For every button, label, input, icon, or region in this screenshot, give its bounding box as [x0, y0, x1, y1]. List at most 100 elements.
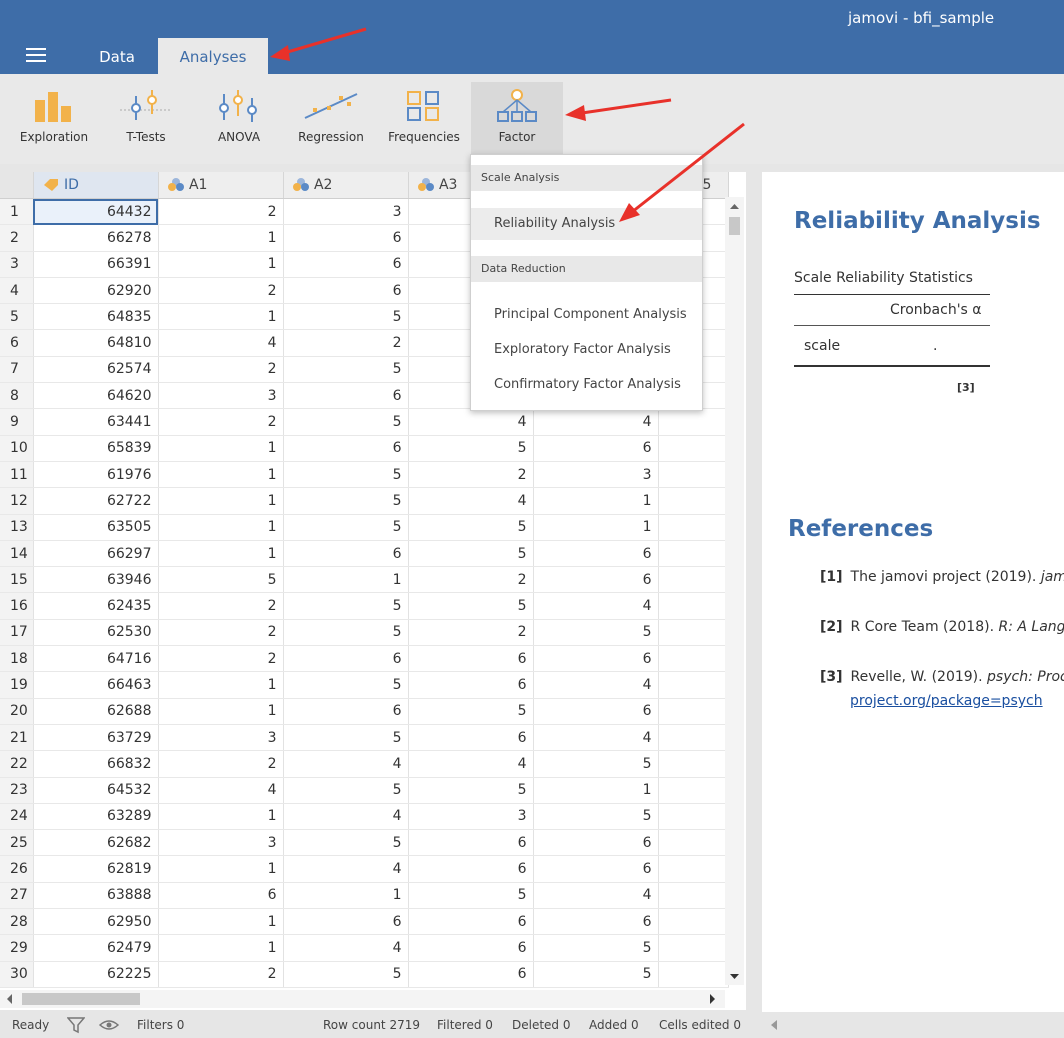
table-cell[interactable]: 6 [408, 908, 534, 936]
table-cell[interactable]: 6 [283, 698, 409, 725]
table-cell[interactable]: 64432 [33, 198, 159, 226]
table-cell[interactable] [658, 435, 729, 462]
table-cell[interactable]: 4 [158, 329, 284, 357]
table-cell[interactable]: 5 [283, 408, 409, 436]
table-cell[interactable]: 3 [158, 724, 284, 752]
table-cell[interactable]: 3 [158, 382, 284, 410]
table-cell[interactable] [658, 566, 729, 594]
ribbon-exploration-button[interactable]: Exploration [8, 82, 100, 156]
row-number[interactable]: 29 [0, 934, 34, 962]
table-cell[interactable]: 6 [408, 855, 534, 883]
reference-link[interactable]: project.org/package=psych [850, 693, 1043, 709]
table-cell[interactable]: 6 [533, 829, 659, 857]
table-cell[interactable]: 4 [533, 592, 659, 620]
table-cell[interactable]: 65839 [33, 435, 159, 462]
table-cell[interactable]: 5 [533, 961, 659, 988]
table-cell[interactable]: 6 [283, 277, 409, 305]
table-cell[interactable]: 64810 [33, 329, 159, 357]
scroll-left-icon[interactable] [2, 990, 16, 1008]
table-cell[interactable]: 62479 [33, 934, 159, 962]
table-cell[interactable]: 2 [158, 277, 284, 305]
table-cell[interactable]: 3 [533, 461, 659, 489]
row-number[interactable]: 6 [0, 329, 34, 357]
table-cell[interactable]: 5 [283, 461, 409, 489]
table-cell[interactable]: 6 [283, 224, 409, 252]
table-cell[interactable]: 5 [283, 356, 409, 384]
table-cell[interactable] [658, 724, 729, 752]
table-cell[interactable] [658, 803, 729, 831]
table-cell[interactable]: 63441 [33, 408, 159, 436]
table-cell[interactable]: 5 [408, 698, 534, 725]
table-cell[interactable]: 66297 [33, 540, 159, 568]
table-cell[interactable]: 6 [533, 540, 659, 568]
row-number[interactable]: 11 [0, 461, 34, 489]
table-cell[interactable] [658, 698, 729, 725]
table-cell[interactable] [658, 487, 729, 515]
table-cell[interactable]: 1 [158, 514, 284, 541]
table-cell[interactable]: 2 [158, 198, 284, 226]
table-cell[interactable]: 66463 [33, 671, 159, 699]
table-cell[interactable]: 63888 [33, 882, 159, 910]
table-cell[interactable]: 6 [283, 908, 409, 936]
column-header-a2[interactable]: A2 [283, 172, 409, 199]
row-number[interactable]: 18 [0, 645, 34, 673]
table-cell[interactable]: 6 [283, 251, 409, 278]
table-cell[interactable]: 5 [408, 882, 534, 910]
table-cell[interactable]: 1 [158, 908, 284, 936]
table-cell[interactable]: 1 [158, 934, 284, 962]
table-cell[interactable]: 64532 [33, 777, 159, 804]
row-number[interactable]: 26 [0, 855, 34, 883]
menu-item-exploratory-factor-analysis[interactable]: Exploratory Factor Analysis [471, 334, 702, 366]
table-cell[interactable]: 6 [408, 934, 534, 962]
row-number[interactable]: 15 [0, 566, 34, 594]
table-cell[interactable]: 2 [408, 461, 534, 489]
row-number[interactable]: 13 [0, 514, 34, 541]
table-cell[interactable]: 5 [533, 750, 659, 778]
table-cell[interactable] [658, 540, 729, 568]
table-cell[interactable] [658, 408, 729, 436]
table-cell[interactable]: 6 [408, 961, 534, 988]
table-cell[interactable] [658, 592, 729, 620]
table-cell[interactable]: 1 [158, 803, 284, 831]
table-cell[interactable]: 5 [283, 777, 409, 804]
table-cell[interactable]: 63946 [33, 566, 159, 594]
tab-analyses[interactable]: Analyses [158, 38, 268, 74]
table-cell[interactable]: 64620 [33, 382, 159, 410]
table-cell[interactable]: 5 [408, 435, 534, 462]
table-cell[interactable] [658, 934, 729, 962]
table-cell[interactable]: 2 [283, 329, 409, 357]
table-cell[interactable]: 1 [158, 224, 284, 252]
table-cell[interactable]: 5 [158, 566, 284, 594]
column-header-id[interactable]: ID [33, 172, 159, 199]
table-cell[interactable]: 2 [408, 566, 534, 594]
scroll-right-icon[interactable] [706, 990, 720, 1008]
row-number[interactable]: 7 [0, 356, 34, 384]
table-cell[interactable]: 1 [283, 566, 409, 594]
table-cell[interactable]: 5 [283, 619, 409, 647]
table-cell[interactable]: 64716 [33, 645, 159, 673]
table-cell[interactable]: 5 [283, 724, 409, 752]
table-cell[interactable]: 4 [158, 777, 284, 804]
table-cell[interactable]: 4 [283, 750, 409, 778]
table-cell[interactable]: 63729 [33, 724, 159, 752]
table-cell[interactable]: 62225 [33, 961, 159, 988]
table-cell[interactable] [658, 514, 729, 541]
table-cell[interactable]: 5 [283, 592, 409, 620]
table-cell[interactable]: 4 [408, 750, 534, 778]
table-cell[interactable]: 6 [283, 540, 409, 568]
row-number[interactable]: 22 [0, 750, 34, 778]
table-cell[interactable]: 5 [408, 514, 534, 541]
table-cell[interactable]: 1 [158, 303, 284, 331]
column-header-a1[interactable]: A1 [158, 172, 284, 199]
table-cell[interactable] [658, 908, 729, 936]
table-cell[interactable]: 66278 [33, 224, 159, 252]
table-cell[interactable]: 62920 [33, 277, 159, 305]
row-number[interactable]: 10 [0, 435, 34, 462]
row-number[interactable]: 30 [0, 961, 34, 988]
table-cell[interactable]: 1 [158, 487, 284, 515]
ribbon-frequencies-button[interactable]: Frequencies [378, 82, 470, 156]
table-cell[interactable]: 5 [533, 803, 659, 831]
table-cell[interactable]: 4 [533, 882, 659, 910]
row-number[interactable]: 27 [0, 882, 34, 910]
table-cell[interactable]: 6 [283, 435, 409, 462]
